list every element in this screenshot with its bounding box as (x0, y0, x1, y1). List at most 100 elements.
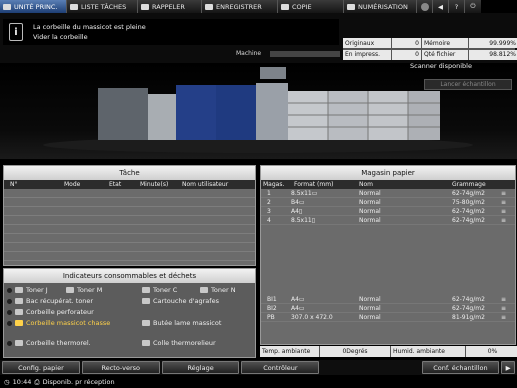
tray-format: A4▭ (291, 296, 305, 303)
tray-format: 8.5x11▯ (291, 217, 316, 224)
warning-message-box[interactable]: i La corbeille du massicot est pleine Vi… (3, 19, 339, 45)
tray-weight: 62-74g/m2 (452, 296, 485, 303)
binder-waste-indicator: Corbeille thermorel. (7, 339, 91, 347)
tray-weight: 62-74g/m2 (452, 208, 485, 215)
binder-glue-indicator: Colle thermorelieur (142, 339, 216, 347)
status-bar: ◷ 10:44 ⎙ Disponib. pr réception (0, 376, 517, 388)
waste-toner-indicator: Bac récupérat. toner (7, 297, 93, 305)
machine-label: Machine (236, 50, 262, 57)
tray-name: Normal (359, 217, 381, 224)
scan-icon (347, 3, 355, 10)
adjustment-button[interactable]: Réglage (161, 361, 240, 374)
machine-progress-bar (270, 51, 340, 57)
print-status-icon: ⎙ (34, 377, 40, 386)
tab-enregistrer[interactable]: ENREGISTRER (202, 0, 278, 13)
punch-waste-icon (15, 309, 23, 315)
task-list[interactable] (4, 189, 255, 265)
paper-level-icon: ≡ (501, 217, 507, 224)
tray-weight: 62-74g/m2 (452, 190, 485, 197)
tray-tray: 3 (267, 208, 271, 215)
status-text: Disponib. pr réception (42, 378, 115, 386)
tray-format: 8.5x11▭ (291, 190, 318, 197)
tab-numerisation[interactable]: NUMÉRISATION (344, 0, 417, 13)
copy-icon (281, 3, 289, 10)
paper-bypass-list: BI1 A4▭ Normal 62-74g/m2 ≡ BI2 A4▭ Normal 62-74g… (261, 295, 515, 322)
counters-table: Originaux 0 Mémoire 99.999% En impress. … (343, 38, 517, 60)
tray-row[interactable]: 2 B4▭ Normal 75-80g/m2 ≡ (261, 198, 515, 207)
tray-tray: 2 (267, 199, 271, 206)
toner-cyan-indicator: Toner C (142, 286, 177, 294)
tray-tray: 4 (267, 217, 271, 224)
glue-icon (142, 340, 150, 346)
sample-config-button[interactable]: Conf. échantillon (421, 361, 500, 374)
volume-button[interactable]: ◀ (433, 0, 449, 13)
paper-tray-list: 1 8.5x11▭ Normal 62-74g/m2 ≡ 2 B4▭ Normal 75-80g… (261, 189, 515, 225)
tray-name: Normal (359, 190, 381, 197)
consumables-panel: Indicateurs consommables et déchets Tone… (3, 268, 256, 358)
trimmer-waste-icon (15, 320, 23, 326)
trimmer-blade-indicator: Butée lame massicot (142, 319, 221, 327)
paper-config-button[interactable]: Config. papier (2, 361, 80, 374)
tray-tray: BI1 (267, 296, 277, 303)
tray-row[interactable]: BI1 A4▭ Normal 62-74g/m2 ≡ (261, 295, 515, 304)
tray-name: Normal (359, 199, 381, 206)
staple-icon (142, 298, 150, 304)
blade-icon (142, 320, 150, 326)
power-icon: ⏻ (470, 2, 476, 10)
info-icon: i (9, 23, 23, 41)
duplex-button[interactable]: Recto-verso (81, 361, 160, 374)
help-button[interactable]: ? (449, 0, 465, 13)
power-button[interactable]: ⏻ (465, 0, 481, 13)
tray-format: 307.0 x 472.0 (291, 314, 333, 321)
tray-weight: 81-91g/m2 (452, 314, 485, 321)
toner-yellow-indicator: Toner J (7, 286, 48, 294)
tray-name: Normal (359, 305, 381, 312)
tray-format: A4▭ (291, 305, 305, 312)
tray-tray: 1 (267, 190, 271, 197)
punch-waste-indicator: Corbeille perforateur (7, 308, 94, 316)
binder-waste-icon (15, 340, 23, 346)
globe-button[interactable] (417, 0, 433, 13)
tray-row[interactable]: 4 8.5x11▯ Normal 62-74g/m2 ≡ (261, 216, 515, 225)
tab-copie[interactable]: COPIE (278, 0, 344, 13)
tray-row[interactable]: 1 8.5x11▭ Normal 62-74g/m2 ≡ (261, 189, 515, 198)
message-line-2: Vider la corbeille (33, 33, 88, 41)
tray-row[interactable]: PB 307.0 x 472.0 Normal 81-91g/m2 ≡ (261, 313, 515, 322)
message-line-1: La corbeille du massicot est pleine (33, 23, 146, 31)
scanner-status: Scanner disponible (410, 62, 472, 70)
paper-level-icon: ≡ (501, 208, 507, 215)
recall-icon (141, 3, 149, 10)
status-time: 10:44 (12, 378, 32, 386)
machine-stage (0, 63, 517, 159)
printer-illustration (43, 67, 473, 153)
tray-name: Normal (359, 296, 381, 303)
toner-black-indicator: Toner N (200, 286, 236, 294)
tray-format: B4▭ (291, 199, 305, 206)
store-icon (205, 3, 213, 10)
staple-cartridge-indicator: Cartouche d'agrafes (142, 297, 219, 305)
toner-icon (15, 287, 23, 293)
tray-row[interactable]: BI2 A4▭ Normal 62-74g/m2 ≡ (261, 304, 515, 313)
consumables-title: Indicateurs consommables et déchets (4, 269, 255, 283)
tab-rappeler[interactable]: RAPPELER (138, 0, 202, 13)
controller-button[interactable]: Contrôleur (241, 361, 320, 374)
task-panel: Tâche N° Mode Etat Minute(s) Nom utilisa… (3, 165, 256, 266)
task-table-header: N° Mode Etat Minute(s) Nom utilisateur (4, 180, 255, 189)
bottom-toolbar: Config. papier Recto-verso Réglage Contr… (0, 360, 517, 375)
paper-panel: Magasin papier Magas. Format (mm) Nom Gr… (260, 165, 516, 345)
sample-button[interactable]: Lancer échantillon (424, 79, 512, 90)
paper-level-icon: ≡ (501, 190, 507, 197)
tab-liste-taches[interactable]: LISTE TÂCHES (67, 0, 138, 13)
paper-panel-title: Magasin papier (261, 166, 515, 180)
tray-row[interactable]: 3 A4▯ Normal 62-74g/m2 ≡ (261, 207, 515, 216)
next-button[interactable]: ▶ (501, 361, 515, 374)
tab-unite-princ[interactable]: UNITÉ PRINC. (0, 0, 67, 13)
tray-name: Normal (359, 208, 381, 215)
trimmer-waste-indicator: Corbeille massicot chasse (7, 319, 110, 327)
ambient-readout: Temp. ambiante 0Degrés Humid. ambiante 0… (260, 346, 517, 357)
toner-magenta-indicator: Toner M (66, 286, 102, 294)
speaker-icon: ◀ (438, 2, 443, 11)
tray-weight: 62-74g/m2 (452, 217, 485, 224)
arrow-right-icon: ▶ (505, 363, 511, 372)
consumables-list: Toner J Toner M Toner C Toner N Bac récu… (4, 283, 255, 357)
